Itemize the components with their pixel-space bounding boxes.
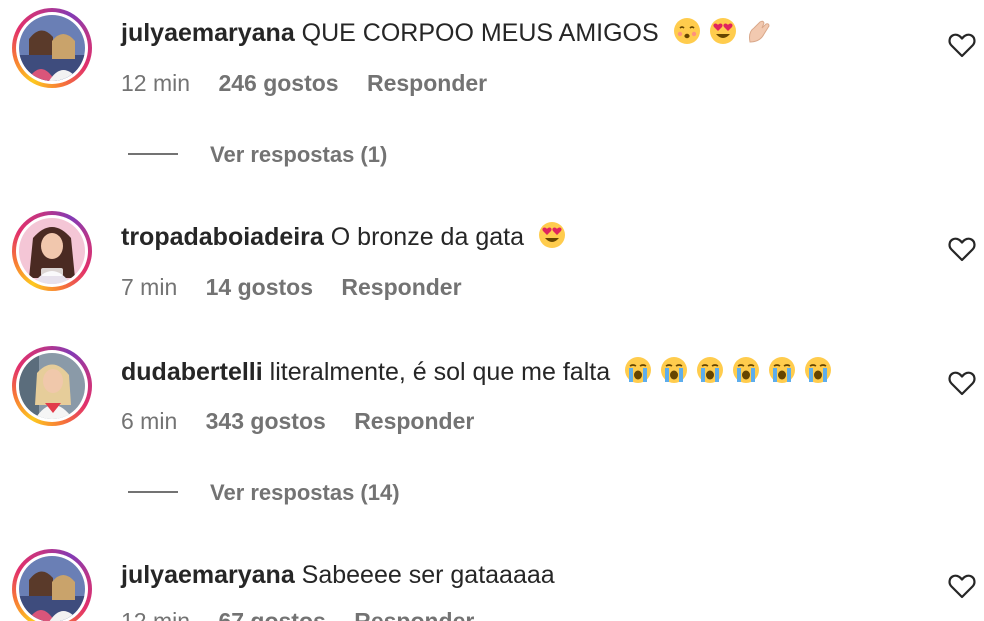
crying-face-emoji — [767, 355, 797, 385]
comment-username[interactable]: dudabertelli — [121, 358, 263, 386]
crying-face-emoji — [623, 355, 653, 385]
heart-eyes-emoji — [708, 16, 738, 46]
avatar[interactable] — [12, 346, 92, 426]
comment-time: 12 min — [121, 608, 191, 621]
comment-likes[interactable]: 246 gostos — [218, 70, 338, 96]
comment-likes[interactable]: 343 gostos — [206, 408, 326, 434]
comment-meta: 12 min 67 gostos Responder — [121, 606, 496, 621]
like-heart-icon[interactable] — [948, 370, 976, 396]
comment-line: dudabertelli literalmente, é sol que me … — [121, 355, 833, 389]
like-heart-icon[interactable] — [948, 573, 976, 599]
heart-eyes-emoji — [537, 220, 567, 250]
comment-line: tropadaboiadeira O bronze da gata — [121, 220, 567, 254]
comment-text: O bronze da gata — [330, 223, 524, 251]
comment-likes[interactable]: 14 gostos — [206, 274, 313, 300]
comment-meta: 7 min 14 gostos Responder — [121, 272, 484, 302]
reply-button[interactable]: Responder — [367, 70, 487, 96]
comment-time: 6 min — [121, 408, 178, 434]
crying-face-emoji — [731, 355, 761, 385]
like-heart-icon[interactable] — [948, 32, 976, 58]
divider-dash — [128, 153, 178, 156]
comment-text: Sabeeee ser gataaaaa — [301, 561, 555, 589]
comment-line: julyaemaryana Sabeeee ser gataaaaa — [121, 558, 555, 592]
crying-face-emoji — [659, 355, 689, 385]
reply-button[interactable]: Responder — [354, 608, 474, 621]
comment-line: julyaemaryana QUE CORPOO MEUS AMIGOS — [121, 16, 774, 50]
comment-username[interactable]: julyaemaryana — [121, 19, 295, 47]
reply-button[interactable]: Responder — [354, 408, 474, 434]
kissing-face-emoji — [672, 16, 702, 46]
pinching-hand-emoji — [744, 16, 774, 46]
view-replies-button[interactable]: Ver respostas (1) — [128, 140, 387, 170]
avatar[interactable] — [12, 8, 92, 88]
view-replies-label: Ver respostas (1) — [210, 142, 388, 167]
like-heart-icon[interactable] — [948, 236, 976, 262]
comment-meta: 6 min 343 gostos Responder — [121, 406, 496, 436]
crying-face-emoji — [695, 355, 725, 385]
avatar[interactable] — [12, 211, 92, 291]
view-replies-button[interactable]: Ver respostas (14) — [128, 478, 400, 508]
comment-likes[interactable]: 67 gostos — [218, 608, 325, 621]
comment-username[interactable]: tropadaboiadeira — [121, 223, 324, 251]
reply-button[interactable]: Responder — [341, 274, 461, 300]
comment-text: QUE CORPOO MEUS AMIGOS — [301, 19, 659, 47]
divider-dash — [128, 491, 178, 494]
avatar[interactable] — [12, 549, 92, 621]
view-replies-label: Ver respostas (14) — [210, 480, 400, 505]
comment-time: 12 min — [121, 70, 191, 96]
comment-meta: 12 min 246 gostos Responder — [121, 68, 509, 98]
comment-time: 7 min — [121, 274, 178, 300]
comment-text: literalmente, é sol que me falta — [269, 358, 611, 386]
comment-username[interactable]: julyaemaryana — [121, 561, 295, 589]
crying-face-emoji — [803, 355, 833, 385]
